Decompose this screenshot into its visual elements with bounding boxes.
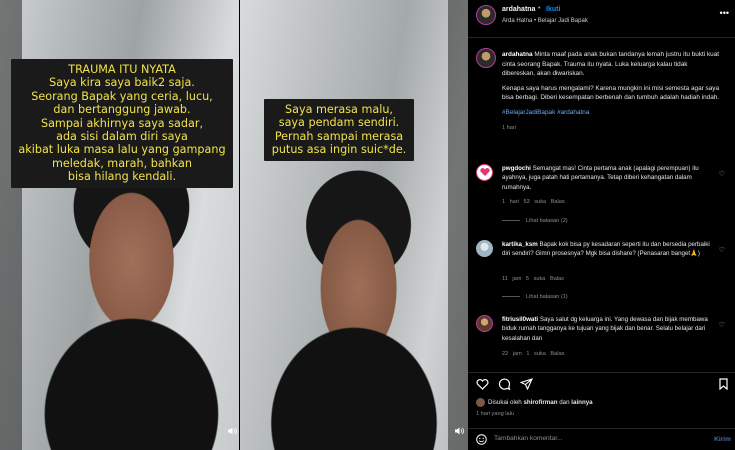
likes-summary[interactable]: Disukai oleh shirofirman dan lainnya bbox=[476, 398, 593, 407]
overlay-line: saya pendam sendiri. bbox=[278, 116, 400, 130]
comment-meta[interactable]: 22 jam 1 suka Balas bbox=[502, 351, 564, 357]
overlay-line: TRAUMA ITU NYATA bbox=[68, 63, 176, 76]
volume-icon[interactable] bbox=[228, 427, 237, 438]
caption-overlay: TRAUMA ITU NYATA Saya kira saya baik2 sa… bbox=[11, 59, 233, 188]
comment-meta[interactable]: 11 jam 5 suka Balas bbox=[502, 276, 564, 282]
post-header: ardahatna • Ikuti Arda Hatna • Belajar J… bbox=[468, 0, 735, 38]
header-subtitle[interactable]: Arda Hatna • Belajar Jadi Bapak bbox=[502, 18, 588, 24]
comment-text: fitriusil0wati Saya salut dg keluarga in… bbox=[502, 316, 708, 342]
header-username[interactable]: ardahatna bbox=[502, 6, 535, 13]
overlay-line: Sampai akhirnya saya sadar, bbox=[40, 116, 204, 130]
reel-frame-1[interactable]: TRAUMA ITU NYATA Saya kira saya baik2 sa… bbox=[0, 0, 239, 450]
caption-text: ardahatna Minta maaf pada anak bukan tan… bbox=[502, 50, 722, 133]
post-panel: ardahatna • Ikuti Arda Hatna • Belajar J… bbox=[468, 0, 735, 450]
separator-dot: • bbox=[538, 5, 541, 12]
send-comment-button[interactable]: Kirim bbox=[714, 436, 731, 443]
action-bar bbox=[468, 372, 735, 394]
overlay-line: putus asa ingin suic*de. bbox=[271, 143, 407, 157]
comment-username[interactable]: pwgdochi bbox=[502, 165, 531, 172]
avatar[interactable] bbox=[476, 164, 493, 181]
comment-icon[interactable] bbox=[498, 378, 511, 392]
overlay-line: Seorang Bapak yang ceria, lucu, bbox=[31, 89, 213, 103]
emoji-icon[interactable] bbox=[476, 434, 487, 448]
overlay-line: Saya kira saya baik2 saja. bbox=[49, 76, 195, 90]
volume-icon[interactable] bbox=[455, 427, 464, 438]
comment-meta[interactable]: 1 hari 53 suka Balas bbox=[502, 199, 565, 205]
overlay-line: meledak, marah, bahkan bbox=[51, 156, 192, 170]
overlay-line: Saya merasa malu, bbox=[285, 103, 393, 116]
overlay-line: dan bertanggung jawab. bbox=[53, 103, 191, 117]
liked-by-others[interactable]: lainnya bbox=[571, 399, 592, 406]
overlay-line: bisa hilang kendali. bbox=[67, 170, 177, 184]
overlay-line: ada sisi dalam diri saya bbox=[56, 130, 188, 144]
heart-icon[interactable]: ♡ bbox=[719, 321, 725, 329]
view-replies-button[interactable]: Lihat balasan (1) bbox=[502, 294, 568, 300]
car-pillar bbox=[448, 0, 468, 450]
heart-icon[interactable]: ♡ bbox=[719, 170, 725, 178]
heart-icon[interactable] bbox=[476, 378, 489, 392]
comment-text: pwgdochi Semangat mas! Cinta pertama ana… bbox=[502, 165, 699, 191]
video-frame bbox=[240, 0, 468, 450]
overlay-line: akibat luka masa lalu yang gampang bbox=[18, 143, 226, 157]
avatar[interactable] bbox=[476, 240, 493, 257]
avatar[interactable] bbox=[476, 5, 496, 25]
avatar[interactable] bbox=[476, 48, 496, 68]
comment-text: kartika_ksm Bapak kok bisa py kesadaran … bbox=[502, 241, 710, 258]
follow-button[interactable]: Ikuti bbox=[546, 6, 560, 13]
comment-input[interactable] bbox=[494, 435, 684, 442]
liked-by-user[interactable]: shirofirman bbox=[523, 399, 557, 406]
bookmark-icon[interactable] bbox=[718, 378, 729, 392]
reel-frame-2[interactable] bbox=[240, 0, 468, 450]
comment-username[interactable]: kartika_ksm bbox=[502, 241, 538, 248]
post-time: 1 hari yang lalu bbox=[476, 411, 514, 417]
overlay-line: Pernah sampai merasa bbox=[274, 129, 404, 143]
caption-time: 1 hari bbox=[502, 124, 516, 131]
caption-paragraph-1: Minta maaf pada anak bukan tandanya lema… bbox=[502, 51, 720, 78]
heart-icon[interactable]: ♡ bbox=[719, 246, 725, 254]
more-options-icon[interactable]: ••• bbox=[720, 8, 729, 18]
caption-overlay: Saya merasa malu, saya pendam sendiri. P… bbox=[264, 99, 414, 161]
avatar[interactable] bbox=[476, 315, 493, 332]
caption-username[interactable]: ardahatna bbox=[502, 51, 533, 58]
send-icon[interactable] bbox=[519, 378, 534, 392]
comment-username[interactable]: fitriusil0wati bbox=[502, 316, 538, 323]
avatar bbox=[476, 398, 485, 407]
caption-hashtags[interactable]: #BelajarJadiBapak #ardahatna bbox=[502, 108, 722, 118]
add-comment-bar: Kirim bbox=[468, 428, 735, 450]
view-replies-button[interactable]: Lihat balasan (2) bbox=[502, 218, 568, 224]
caption-paragraph-2: Kenapa saya harus mengalami? Karena mung… bbox=[502, 84, 720, 102]
